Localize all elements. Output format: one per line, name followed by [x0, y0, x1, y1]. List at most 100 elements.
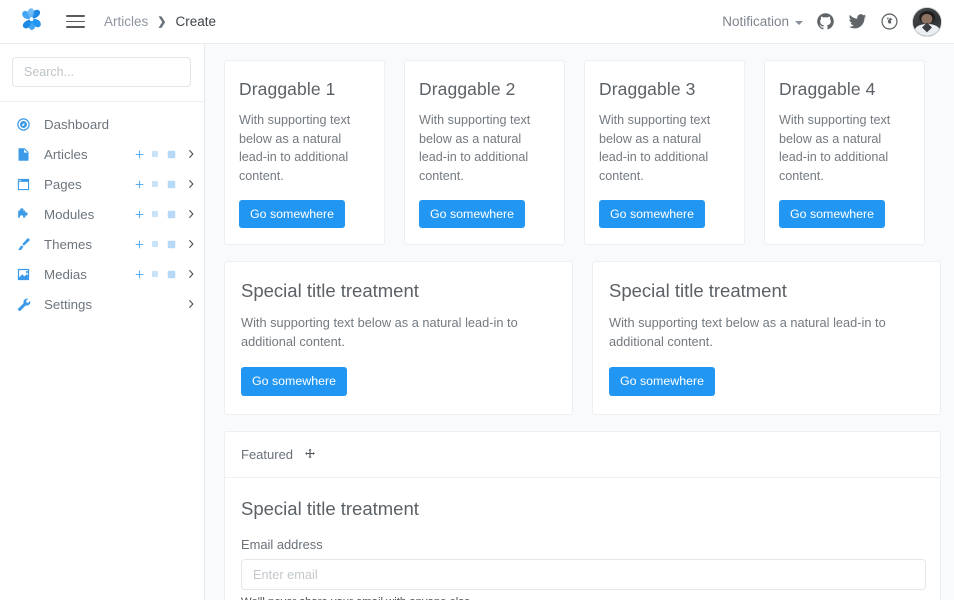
top-navbar: Articles ❯ Create Notification	[0, 0, 954, 44]
plus-icon[interactable]	[131, 146, 147, 162]
sidebar-item-modules[interactable]: Modules	[0, 199, 204, 229]
sidebar-item-themes[interactable]: Themes	[0, 229, 204, 259]
sidebar-item-label: Themes	[44, 237, 131, 252]
medias-icon	[16, 267, 38, 282]
chevron-right-icon[interactable]	[181, 269, 195, 279]
card-text: With supporting text below as a natural …	[599, 111, 730, 185]
square-icon[interactable]	[147, 176, 163, 192]
search-input[interactable]	[12, 57, 191, 87]
draggable-card[interactable]: Draggable 4 With supporting text below a…	[764, 60, 925, 245]
go-somewhere-button[interactable]: Go somewhere	[419, 200, 525, 228]
go-somewhere-button[interactable]: Go somewhere	[239, 200, 345, 228]
sidebar-nav: Dashboard Articles Pages	[0, 102, 204, 319]
bitbucket-icon[interactable]	[880, 12, 899, 31]
card-text: With supporting text below as a natural …	[241, 313, 556, 351]
card-title: Draggable 1	[239, 79, 370, 100]
draggable-card[interactable]: Draggable 3 With supporting text below a…	[584, 60, 745, 245]
special-title-card[interactable]: Special title treatment With supporting …	[224, 261, 573, 414]
sidebar-search-zone	[0, 44, 204, 102]
sidebar-item-actions	[131, 236, 179, 252]
email-field-group: Email address We'll never share your ema…	[241, 537, 924, 600]
plus-icon[interactable]	[131, 266, 147, 282]
breadcrumb-current: Create	[175, 14, 216, 29]
square-filled-icon[interactable]	[163, 176, 179, 192]
chevron-right-icon[interactable]	[181, 299, 195, 309]
square-filled-icon[interactable]	[163, 206, 179, 222]
go-somewhere-button[interactable]: Go somewhere	[599, 200, 705, 228]
square-filled-icon[interactable]	[163, 236, 179, 252]
card-title: Special title treatment	[609, 280, 924, 302]
card-text: With supporting text below as a natural …	[239, 111, 370, 185]
email-label: Email address	[241, 537, 924, 552]
square-icon[interactable]	[147, 236, 163, 252]
card-text: With supporting text below as a natural …	[779, 111, 910, 185]
go-somewhere-button[interactable]: Go somewhere	[241, 367, 347, 395]
chevron-right-icon[interactable]	[181, 239, 195, 249]
app-logo[interactable]	[8, 6, 54, 38]
featured-form: Special title treatment Email address We…	[225, 478, 940, 600]
card-title: Draggable 2	[419, 79, 550, 100]
form-title: Special title treatment	[241, 498, 924, 520]
wide-cards-row: Special title treatment With supporting …	[205, 245, 954, 414]
breadcrumb: Articles ❯ Create	[104, 14, 216, 29]
breadcrumb-parent[interactable]: Articles	[104, 14, 148, 29]
plus-icon[interactable]	[131, 206, 147, 222]
dashboard-icon	[16, 117, 38, 132]
sidebar-item-medias[interactable]: Medias	[0, 259, 204, 289]
chevron-right-icon[interactable]	[181, 179, 195, 189]
featured-header: Featured	[225, 432, 940, 478]
themes-icon	[16, 237, 38, 252]
hamburger-menu-icon[interactable]	[60, 9, 90, 35]
sidebar-item-settings[interactable]: Settings	[0, 289, 204, 319]
square-icon[interactable]	[147, 266, 163, 282]
card-text: With supporting text below as a natural …	[609, 313, 924, 351]
pinwheel-logo-icon	[18, 6, 45, 38]
chevron-right-icon[interactable]	[181, 209, 195, 219]
go-somewhere-button[interactable]: Go somewhere	[609, 367, 715, 395]
square-filled-icon[interactable]	[163, 146, 179, 162]
twitter-icon[interactable]	[848, 12, 867, 31]
draggable-card[interactable]: Draggable 2 With supporting text below a…	[404, 60, 565, 245]
sidebar: Dashboard Articles Pages	[0, 44, 205, 600]
sidebar-item-actions	[131, 176, 179, 192]
github-icon[interactable]	[816, 12, 835, 31]
plus-icon[interactable]	[131, 236, 147, 252]
draggable-card[interactable]: Draggable 1 With supporting text below a…	[224, 60, 385, 245]
main-content: Draggable 1 With supporting text below a…	[205, 44, 954, 600]
sidebar-item-label: Modules	[44, 207, 131, 222]
card-text: With supporting text below as a natural …	[419, 111, 550, 185]
chevron-down-icon	[795, 21, 803, 25]
sidebar-item-pages[interactable]: Pages	[0, 169, 204, 199]
card-title: Draggable 3	[599, 79, 730, 100]
sidebar-item-actions	[131, 206, 179, 222]
user-avatar[interactable]	[912, 7, 942, 37]
card-title: Draggable 4	[779, 79, 910, 100]
draggable-cards-row: Draggable 1 With supporting text below a…	[205, 44, 954, 245]
go-somewhere-button[interactable]: Go somewhere	[779, 200, 885, 228]
notification-label: Notification	[722, 14, 789, 29]
sidebar-item-articles[interactable]: Articles	[0, 139, 204, 169]
settings-icon	[16, 297, 38, 312]
featured-panel: Featured Special title treatment Email a…	[224, 431, 941, 600]
sidebar-item-label: Dashboard	[44, 117, 195, 132]
featured-label: Featured	[241, 447, 293, 462]
email-help-text: We'll never share your email with anyone…	[241, 596, 924, 600]
square-icon[interactable]	[147, 146, 163, 162]
arrows-move-icon[interactable]	[304, 448, 316, 460]
sidebar-item-label: Medias	[44, 267, 131, 282]
sidebar-item-label: Settings	[44, 297, 181, 312]
topbar-actions: Notification	[722, 7, 942, 37]
sidebar-item-label: Pages	[44, 177, 131, 192]
sidebar-item-actions	[131, 266, 179, 282]
notification-dropdown[interactable]: Notification	[722, 14, 803, 29]
sidebar-item-dashboard[interactable]: Dashboard	[0, 109, 204, 139]
email-field[interactable]	[241, 559, 926, 590]
plus-icon[interactable]	[131, 176, 147, 192]
square-filled-icon[interactable]	[163, 266, 179, 282]
breadcrumb-separator-icon: ❯	[157, 15, 166, 28]
square-icon[interactable]	[147, 206, 163, 222]
sidebar-item-actions	[131, 146, 179, 162]
card-title: Special title treatment	[241, 280, 556, 302]
special-title-card[interactable]: Special title treatment With supporting …	[592, 261, 941, 414]
chevron-right-icon[interactable]	[181, 149, 195, 159]
